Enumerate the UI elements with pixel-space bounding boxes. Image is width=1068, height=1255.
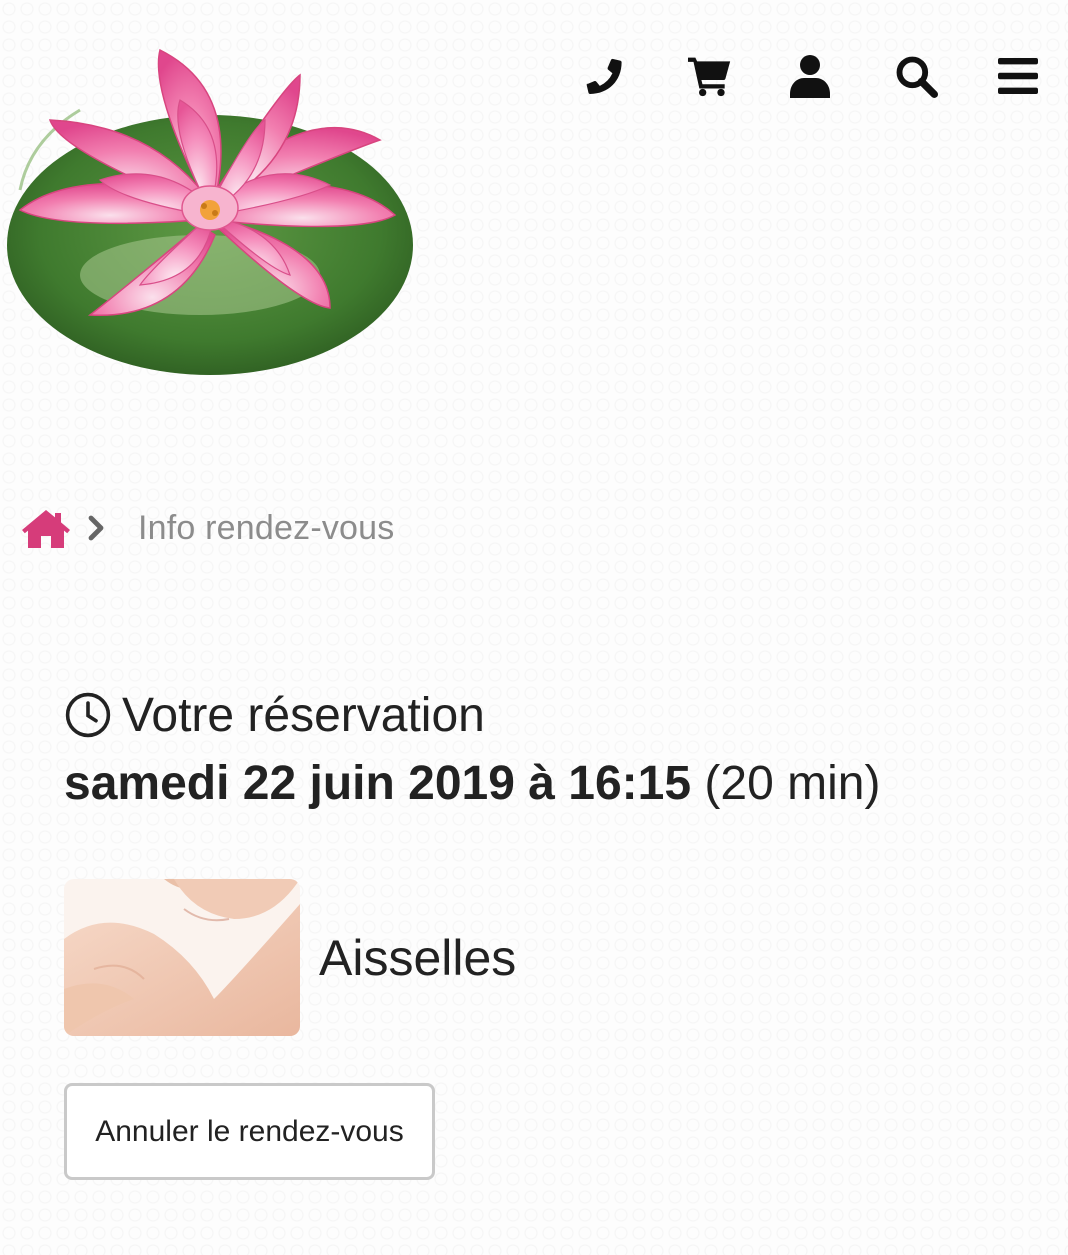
service-item: Aisselles [64,879,516,1036]
phone-icon [586,58,622,94]
service-name: Aisselles [319,929,517,986]
cancel-appointment-button[interactable]: Annuler le rendez-vous [64,1083,435,1180]
reservation-heading: Votre réservation [64,684,1024,746]
breadcrumb-current: Info rendez-vous [138,508,395,547]
lotus-logo-image [7,48,413,375]
reservation-date: samedi 22 juin 2019 à 16:15 [64,757,692,810]
chevron-right-icon [88,515,104,541]
clock-icon [64,691,112,739]
menu-icon [998,58,1038,94]
reservation-summary: Votre réservation samedi 22 juin 2019 à … [64,684,1024,816]
menu-button[interactable] [990,48,1046,104]
breadcrumb: Info rendez-vous [22,500,394,556]
user-icon [790,55,830,98]
site-logo[interactable] [0,30,420,390]
phone-button[interactable] [576,48,632,104]
cart-button[interactable] [682,48,738,104]
account-button[interactable] [782,48,838,104]
home-icon [22,510,70,548]
reservation-datetime: samedi 22 juin 2019 à 16:15 (20 min) [64,752,1024,816]
cart-icon [688,57,731,97]
reservation-duration: (20 min) [704,757,881,810]
breadcrumb-home-link[interactable] [22,504,70,552]
search-button[interactable] [888,48,944,104]
top-navigation [576,48,1046,104]
reservation-title: Votre réservation [122,688,485,742]
search-icon [896,56,938,98]
service-thumbnail [64,879,300,1036]
